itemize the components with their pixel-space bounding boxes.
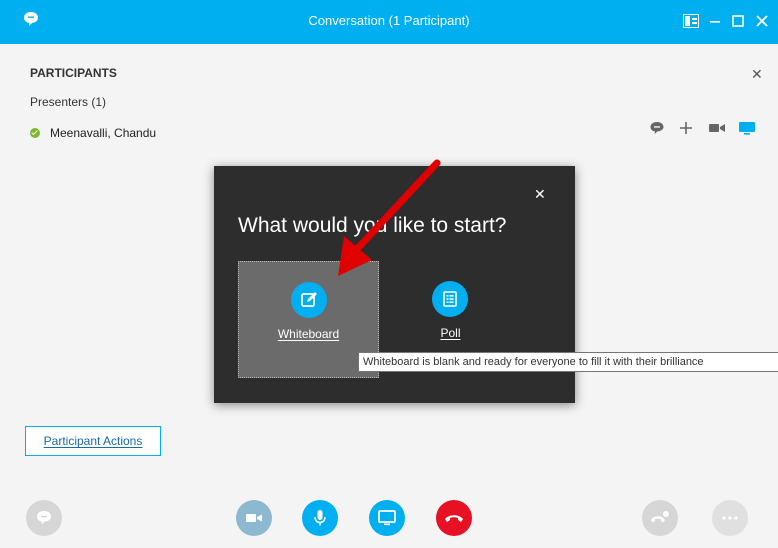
hangup-icon — [445, 515, 463, 522]
close-window-button[interactable] — [752, 10, 772, 32]
mic-icon — [314, 510, 326, 526]
poll-icon — [432, 281, 468, 317]
chat-icon — [37, 511, 51, 525]
video-icon — [246, 514, 262, 522]
dialog-close-button[interactable]: ✕ — [534, 186, 546, 203]
maximize-button[interactable] — [728, 10, 748, 32]
presenters-group-label: Presenters (1) — [30, 95, 107, 109]
present-screen-icon — [378, 510, 396, 526]
participant-chat-icon[interactable] — [649, 120, 665, 136]
title-bar: Conversation (1 Participant) — [0, 0, 778, 44]
participant-video-icon[interactable] — [708, 120, 726, 136]
participant-share-screen-icon[interactable] — [738, 120, 756, 136]
pop-out-icon[interactable] — [681, 10, 701, 32]
whiteboard-tooltip: Whiteboard is blank and ready for everyo… — [358, 352, 778, 372]
more-options-button[interactable] — [712, 500, 748, 536]
whiteboard-label: Whiteboard — [277, 327, 340, 341]
minimize-button[interactable] — [705, 10, 725, 32]
call-controls-button[interactable] — [642, 500, 678, 536]
present-screen-button[interactable] — [369, 500, 405, 536]
more-options-icon — [722, 516, 738, 520]
participant-actions-button[interactable]: Participant Actions — [25, 426, 161, 456]
mic-button[interactable] — [302, 500, 338, 536]
participant-name: Meenavalli, Chandu — [50, 126, 157, 140]
whiteboard-icon — [291, 282, 327, 318]
poll-label: Poll — [440, 326, 461, 340]
chat-button[interactable] — [26, 500, 62, 536]
hangup-button[interactable] — [436, 500, 472, 536]
participant-row[interactable]: Meenavalli, Chandu — [30, 126, 156, 140]
dialog-title: What would you like to start? — [238, 214, 507, 237]
add-participant-icon[interactable] — [678, 120, 694, 136]
presence-available-icon — [30, 128, 40, 138]
video-button[interactable] — [236, 500, 272, 536]
call-controls-icon — [651, 511, 669, 523]
close-participants-button[interactable]: ✕ — [751, 66, 763, 83]
window-title: Conversation (1 Participant) — [308, 13, 470, 28]
participants-header: PARTICIPANTS — [30, 66, 117, 80]
